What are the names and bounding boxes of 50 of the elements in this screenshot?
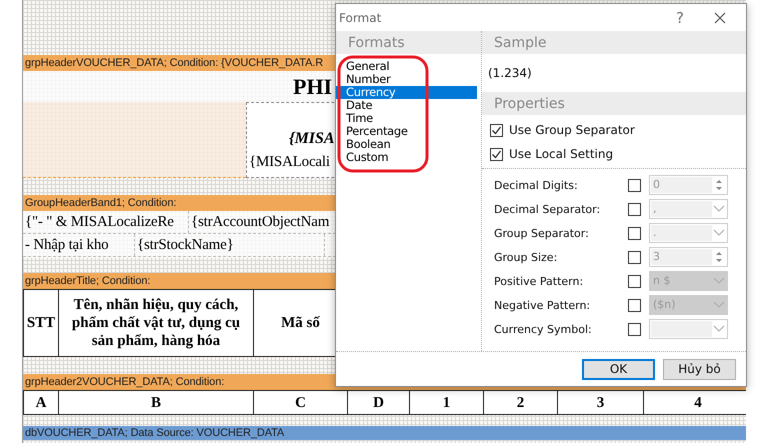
table-cell: 1 <box>409 391 483 414</box>
field-label: Decimal Digits: <box>494 178 579 192</box>
help-button[interactable]: ? <box>658 8 702 26</box>
report-field: {strStockName} <box>137 236 234 254</box>
format-item[interactable]: Boolean <box>336 138 477 151</box>
report-subtitle: {MISA <box>289 130 335 148</box>
field-label: Group Separator: <box>494 226 590 240</box>
checkbox[interactable] <box>490 148 503 160</box>
field-label: Negative Pattern: <box>494 298 592 312</box>
section-header: Properties <box>482 92 746 115</box>
format-item[interactable]: Custom <box>336 151 477 164</box>
format-item[interactable]: Currency <box>336 86 477 99</box>
cancel-button[interactable]: Hủy bỏ <box>663 358 736 380</box>
column-header: Tên, nhãn hiệu, quy cách, phẩm chất vật tư, dụng cụ sản phẩm, hàng hóa <box>58 290 253 356</box>
ok-button[interactable]: OK <box>582 358 655 380</box>
table-cell: C <box>253 391 347 414</box>
dropdown-field[interactable] <box>649 319 728 339</box>
checkbox[interactable] <box>628 178 641 192</box>
field-label: Positive Pattern: <box>494 274 584 288</box>
dialog-title: Format <box>339 10 382 24</box>
section-header: Formats <box>336 31 481 54</box>
table-cell: A <box>23 391 58 414</box>
table-cell: 3 <box>557 391 643 414</box>
report-field: {strAccountObjectNam <box>191 214 330 230</box>
checkbox[interactable] <box>490 124 503 136</box>
checkbox[interactable] <box>628 250 641 264</box>
report-field: - Nhập tại kho <box>25 236 108 254</box>
field-label: Currency Symbol: <box>494 322 593 336</box>
data-band-header: dbVOUCHER_DATA; Data Source: VOUCHER_DATA <box>23 426 746 440</box>
format-item[interactable]: Percentage <box>336 125 477 138</box>
table-cell: D <box>347 391 409 414</box>
format-item[interactable]: Time <box>336 112 477 125</box>
checkbox[interactable] <box>628 322 641 336</box>
report-field: {MISALocali <box>249 154 330 171</box>
section-header: Sample <box>482 31 746 54</box>
table-cell: 2 <box>483 391 557 414</box>
format-item[interactable]: Date <box>336 99 477 112</box>
field-label: Group Size: <box>494 250 558 264</box>
checkbox-label: Use Local Setting <box>509 147 614 161</box>
report-field: {"- " & MISALocalizeRe <box>25 214 174 230</box>
table-cell: B <box>58 391 253 414</box>
checkbox-label: Use Group Separator <box>509 123 635 137</box>
close-icon[interactable] <box>714 12 726 24</box>
format-item[interactable]: General <box>336 60 477 73</box>
table-cell: 4 <box>643 391 752 414</box>
checkbox[interactable] <box>628 226 641 240</box>
format-item[interactable]: Number <box>336 73 477 86</box>
checkbox[interactable] <box>628 202 641 216</box>
report-title: PHI <box>293 74 332 100</box>
column-header: STT <box>23 290 58 356</box>
